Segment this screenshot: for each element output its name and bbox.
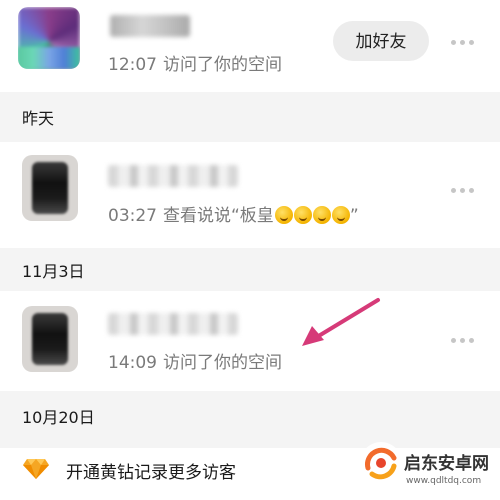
more-options-icon[interactable] bbox=[451, 40, 475, 46]
date-group-header: 昨天 bbox=[0, 92, 500, 142]
watermark: 启东安卓网 www.qdltdq.com bbox=[348, 436, 500, 500]
emoji-icon bbox=[274, 206, 293, 224]
vip-banner-text: 开通黄钻记录更多访客 bbox=[66, 463, 236, 483]
date-label: 昨天 bbox=[22, 109, 55, 128]
avatar[interactable] bbox=[22, 306, 78, 372]
visit-time: 03:27 bbox=[108, 206, 157, 226]
visitor-row[interactable]: 12:07 访问了你的空间 加好友 bbox=[0, 0, 500, 92]
annotation-arrow-icon bbox=[302, 298, 380, 346]
visit-action: 访问了你的空间 bbox=[163, 353, 282, 373]
visit-info: 03:27 查看说说“板皇 ” bbox=[108, 201, 359, 226]
visit-info: 12:07 访问了你的空间 bbox=[108, 50, 282, 75]
more-options-icon[interactable] bbox=[451, 338, 475, 344]
avatar[interactable] bbox=[18, 7, 80, 69]
date-label: 10月20日 bbox=[22, 408, 95, 427]
visit-time: 12:07 bbox=[108, 55, 157, 75]
watermark-title: 启东安卓网 bbox=[404, 454, 489, 474]
visitor-name-blurred bbox=[108, 313, 238, 335]
emoji-icon bbox=[312, 206, 331, 224]
visit-action: 访问了你的空间 bbox=[163, 55, 282, 75]
visitor-list-page: 12:07 访问了你的空间 加好友 昨天 03:27 查看说说“板皇” 11月3日 … bbox=[0, 0, 500, 500]
more-options-icon[interactable] bbox=[451, 188, 475, 194]
visit-info: 14:09 访问了你的空间 bbox=[108, 348, 282, 373]
watermark-url: www.qdltdq.com bbox=[406, 476, 482, 486]
date-label: 11月3日 bbox=[22, 262, 85, 281]
watermark-logo-icon bbox=[360, 442, 402, 484]
add-friend-button[interactable]: 加好友 bbox=[333, 21, 429, 61]
visitor-name-blurred bbox=[108, 165, 238, 187]
avatar[interactable] bbox=[22, 155, 78, 221]
visitor-name-blurred bbox=[110, 15, 190, 37]
emoji-icon bbox=[331, 206, 350, 224]
emoji-icon bbox=[293, 206, 312, 224]
visit-action-suffix: ” bbox=[349, 206, 359, 226]
visit-time: 14:09 bbox=[108, 353, 157, 373]
diamond-icon bbox=[23, 459, 49, 479]
visit-action: 查看说说“板皇 bbox=[163, 206, 274, 226]
date-group-header: 11月3日 bbox=[0, 248, 500, 291]
